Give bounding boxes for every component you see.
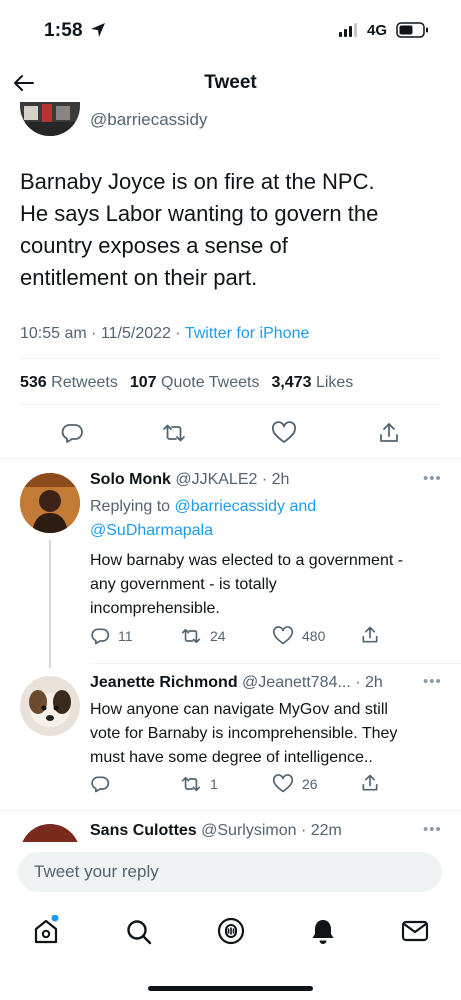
reply-text: How anyone can navigate MyGov and still …: [90, 698, 450, 770]
reply-text: How barnaby was elected to a government …: [90, 549, 445, 621]
reply-icon[interactable]: [60, 421, 84, 445]
reply-action-reply[interactable]: 11: [90, 626, 133, 646]
share-icon[interactable]: [377, 421, 401, 445]
author-handle[interactable]: @barriecassidy: [90, 110, 207, 130]
likes-stat[interactable]: 3,473 Likes: [271, 374, 353, 392]
signal-icon: [339, 23, 357, 37]
messages-icon[interactable]: [401, 919, 429, 943]
location-arrow-icon: [90, 22, 106, 38]
reply-text-line: vote for Barnaby is incomprehensible. Th…: [90, 725, 398, 742]
network-type: 4G: [367, 22, 388, 39]
reply-author-name[interactable]: Jeanette Richmond: [90, 674, 238, 691]
replying-to: Replying to @barriecassidy and @SuDharma…: [90, 495, 316, 543]
search-icon[interactable]: [125, 918, 153, 946]
reply-text-line: How anyone can navigate MyGov and still: [90, 701, 388, 718]
thread-line: [49, 540, 51, 668]
reply-author-handle[interactable]: @JJKALE2 · 2h: [175, 471, 289, 488]
author-avatar[interactable]: [20, 102, 80, 136]
notifications-icon[interactable]: [309, 917, 337, 945]
retweet-icon[interactable]: [161, 421, 187, 445]
reply-header: Solo Monk @JJKALE2 · 2h: [90, 471, 289, 489]
tweet-text: Barnaby Joyce is on fire at the NPC. He …: [20, 166, 445, 294]
reply-author-handle[interactable]: @Jeanett784... · 2h: [242, 674, 383, 691]
reply-header: Jeanette Richmond @Jeanett784... · 2h: [90, 674, 383, 692]
tweet-client-link[interactable]: Twitter for iPhone: [185, 325, 310, 342]
reply-text-line: How barnaby was elected to a government …: [90, 552, 404, 569]
divider: [20, 358, 441, 359]
reply-text-line: must have some degree of intelligence..: [90, 749, 373, 766]
reply-text-line: any government - is totally: [90, 576, 277, 593]
divider: [20, 404, 441, 405]
reply-icon: [91, 628, 110, 645]
tweet-timestamp: 10:55 am · 11/5/2022 ·: [20, 325, 181, 342]
retweet-icon: [181, 628, 201, 644]
like-count: 26: [302, 776, 318, 792]
more-options-icon[interactable]: •••: [423, 821, 442, 838]
reply-avatar[interactable]: [20, 473, 80, 533]
reply-action-like[interactable]: 480: [272, 626, 325, 646]
replying-to-link[interactable]: @SuDharmapala: [90, 522, 213, 539]
more-options-icon[interactable]: •••: [423, 470, 442, 487]
tweet-text-line: Barnaby Joyce is on fire at the NPC.: [20, 169, 375, 194]
reply-action-retweet[interactable]: 24: [180, 626, 226, 646]
like-count: 480: [302, 628, 326, 644]
reply-header: Sans Culottes @Surlysimon · 22m: [90, 822, 342, 840]
tweet-text-line: He says Labor wanting to govern the: [20, 201, 379, 226]
more-options-icon[interactable]: •••: [423, 673, 442, 690]
like-icon: [272, 626, 294, 645]
divider: [0, 810, 461, 811]
retweet-count: 1: [210, 776, 218, 792]
reply-action-like[interactable]: 26: [272, 774, 318, 794]
retweets-stat[interactable]: 536 Retweets: [20, 374, 118, 392]
like-icon[interactable]: [271, 421, 297, 445]
replying-to-prefix: Replying to: [90, 498, 171, 515]
tweet-meta: 10:55 am · 11/5/2022 · Twitter for iPhon…: [20, 325, 309, 343]
tweet-text-line: entitlement on their part.: [20, 265, 258, 290]
tweet-text-line: country exposes a sense of: [20, 233, 288, 258]
retweet-count: 24: [210, 628, 226, 644]
reply-text-line: incomprehensible.: [90, 600, 220, 617]
quote-tweets-stat[interactable]: 107 Quote Tweets: [130, 374, 260, 392]
page-title: Tweet: [204, 72, 257, 93]
divider: [0, 458, 461, 459]
battery-icon: [396, 22, 430, 38]
reply-input-placeholder: Tweet your reply: [34, 862, 159, 881]
reply-icon: [91, 776, 110, 793]
reply-author-handle[interactable]: @Surlysimon · 22m: [201, 822, 342, 839]
reply-count: 11: [118, 628, 133, 644]
home-indicator: [148, 986, 313, 991]
spaces-icon[interactable]: [216, 916, 246, 946]
divider: [90, 663, 461, 664]
home-icon[interactable]: [32, 915, 60, 945]
status-time: 1:58: [44, 20, 83, 41]
reply-action-reply[interactable]: [90, 774, 118, 794]
share-icon[interactable]: [360, 773, 380, 793]
reply-action-retweet[interactable]: 1: [180, 774, 218, 794]
share-icon[interactable]: [360, 625, 380, 645]
like-icon: [272, 774, 294, 793]
reply-author-name[interactable]: Sans Culottes: [90, 822, 197, 839]
retweet-icon: [181, 776, 201, 792]
reply-avatar[interactable]: [20, 676, 80, 736]
tweet-stats: 536 Retweets 107 Quote Tweets 3,473 Like…: [20, 374, 353, 392]
replying-to-link[interactable]: @barriecassidy and: [175, 498, 317, 515]
reply-author-name[interactable]: Solo Monk: [90, 471, 171, 488]
